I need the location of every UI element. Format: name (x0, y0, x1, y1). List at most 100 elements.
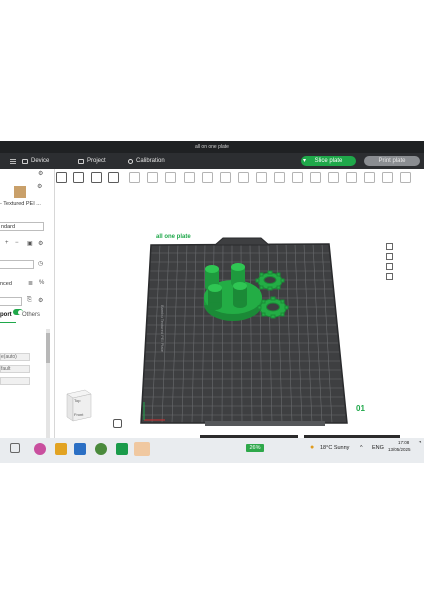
clock-icon[interactable]: ◷ (38, 260, 43, 267)
print-plate-button[interactable]: Print plate (364, 156, 420, 166)
tab-calibration-label: Calibration (136, 158, 165, 164)
bed-brand-text: Bambu Textured PEI Plate (160, 305, 165, 353)
slice-plate-button[interactable]: ▾ Slice plate (301, 156, 356, 166)
navcube-top-label: Top (74, 398, 81, 403)
plate-handle-top (213, 237, 271, 246)
language-indicator[interactable]: ENG (372, 445, 384, 451)
grid-view-icon[interactable] (73, 172, 84, 183)
rotate-icon[interactable] (202, 172, 213, 183)
plate-type-label[interactable]: - Textured PEI ... (0, 201, 54, 207)
save-icon[interactable]: ▣ (27, 240, 33, 247)
cut-icon[interactable] (256, 172, 267, 183)
zoom-fit-icon[interactable] (113, 419, 122, 428)
model-gear-top[interactable] (255, 270, 285, 291)
scale-icon[interactable] (220, 172, 231, 183)
excel-icon[interactable] (116, 443, 128, 455)
windows-taskbar: 26% ● 18°C Sunny ^ ENG 17:08 13/05/2025 … (0, 438, 424, 463)
copy-icon[interactable]: ⎘ (27, 297, 32, 304)
battery-indicator[interactable]: 26% (246, 444, 264, 452)
seam-icon[interactable] (310, 172, 321, 183)
view-icon[interactable] (400, 172, 411, 183)
support-style-value: fault (1, 366, 11, 372)
mesh-icon[interactable] (274, 172, 285, 183)
tab-others[interactable]: Others (22, 312, 40, 318)
layout-icon[interactable] (91, 172, 102, 183)
print-plate-label: Print plate (378, 158, 406, 164)
3d-viewport[interactable]: all one plate 01 Bambu Textured PEI Plat… (55, 187, 424, 439)
list-icon[interactable]: ≣ (28, 280, 33, 287)
clock-date[interactable]: 13/05/2025 (388, 447, 411, 452)
threshold-field[interactable] (0, 377, 30, 385)
add-object-icon[interactable] (56, 172, 67, 183)
grid-icon[interactable] (165, 172, 176, 183)
edit-icon[interactable]: ⚙ (38, 240, 43, 247)
plate-thumbnail (14, 186, 26, 198)
weather-icon[interactable]: ● (310, 444, 314, 451)
support-style-select[interactable]: fault (0, 365, 30, 373)
clock-time[interactable]: 17:08 (398, 440, 409, 445)
menu-lines-icon (10, 158, 16, 164)
filament-field[interactable] (0, 260, 34, 269)
percent-icon[interactable]: % (39, 280, 44, 286)
bambu-studio-icon[interactable] (134, 442, 150, 456)
variable-height-icon[interactable] (382, 172, 393, 183)
minus-icon[interactable]: − (15, 240, 19, 246)
object-toolbar (54, 171, 424, 187)
support-type-select[interactable]: e(auto) (0, 353, 30, 361)
taskview-icon[interactable] (10, 443, 20, 453)
assembly-icon[interactable] (364, 172, 375, 183)
copy-icon[interactable] (129, 172, 140, 183)
tab-project[interactable]: Project (78, 153, 106, 169)
scrollbar-thumb[interactable] (46, 333, 50, 363)
tab-support[interactable]: port (0, 312, 16, 323)
paste-icon[interactable] (147, 172, 158, 183)
tab-others-label: Others (22, 312, 41, 318)
tab-support-label: port (0, 312, 12, 318)
navcube-front-label: Front (74, 412, 84, 417)
navigation-cube[interactable]: Top Front (63, 388, 93, 422)
tab-device[interactable]: Device (22, 153, 49, 169)
tab-device-label: Device (31, 158, 50, 164)
title-bar: all on one plate (0, 141, 424, 153)
gear-icon[interactable]: ⚙ (38, 297, 43, 304)
slice-plate-label: Slice plate (314, 158, 343, 164)
plate-close-icon[interactable] (386, 243, 393, 250)
support-type-value: e(auto) (1, 354, 17, 360)
plate-settings-icon[interactable] (386, 263, 393, 270)
settings-icon[interactable]: ⚙ (37, 183, 42, 190)
outlook-icon[interactable] (74, 443, 86, 455)
measure-icon[interactable] (346, 172, 357, 183)
plate-arrange-icon[interactable] (386, 273, 393, 280)
flatten-icon[interactable] (238, 172, 249, 183)
window-title: all on one plate (195, 144, 229, 150)
hamburger-icon[interactable] (10, 153, 16, 169)
process-preset-field[interactable]: ndard (0, 222, 44, 231)
copilot-icon[interactable] (34, 443, 46, 455)
plate-lock-icon[interactable] (386, 253, 393, 260)
model-gear-bottom[interactable] (257, 296, 289, 319)
left-settings-panel: ⚙ ⚙ - Textured PEI ... ndard + − ▣ ⚙ ◷ n… (0, 169, 55, 449)
plate-icon[interactable] (108, 172, 119, 183)
tab-calibration[interactable]: Calibration (128, 153, 165, 169)
text-icon[interactable] (328, 172, 339, 183)
chrome-icon[interactable] (95, 443, 107, 455)
plate-name-label[interactable]: all one plate (156, 234, 191, 240)
gear-icon[interactable]: ⚙ (38, 170, 43, 177)
build-plate-scene[interactable]: all one plate 01 Bambu Textured PEI Plat… (55, 187, 424, 439)
dropdown-icon: ▾ (303, 158, 307, 164)
monitor-icon (22, 158, 28, 164)
tray-chevron-icon[interactable]: ^ (360, 445, 363, 451)
support-paint-icon[interactable] (292, 172, 303, 183)
add-icon[interactable]: + (5, 240, 9, 246)
battery-value: 26% (249, 445, 261, 451)
plate-number: 01 (356, 404, 365, 413)
notification-icon[interactable]: ◔ (418, 440, 422, 446)
file-explorer-icon[interactable] (55, 443, 67, 455)
menu-bar: Device Project Calibration ▾ Slice plate… (0, 153, 424, 169)
screenshot: all on one plate Device Project Calibrat… (0, 141, 424, 463)
plate-handle-bottom (205, 421, 325, 426)
search-field[interactable] (0, 297, 22, 306)
weather-text[interactable]: 18°C Sunny (320, 445, 349, 451)
project-icon (78, 158, 84, 164)
move-icon[interactable] (184, 172, 195, 183)
